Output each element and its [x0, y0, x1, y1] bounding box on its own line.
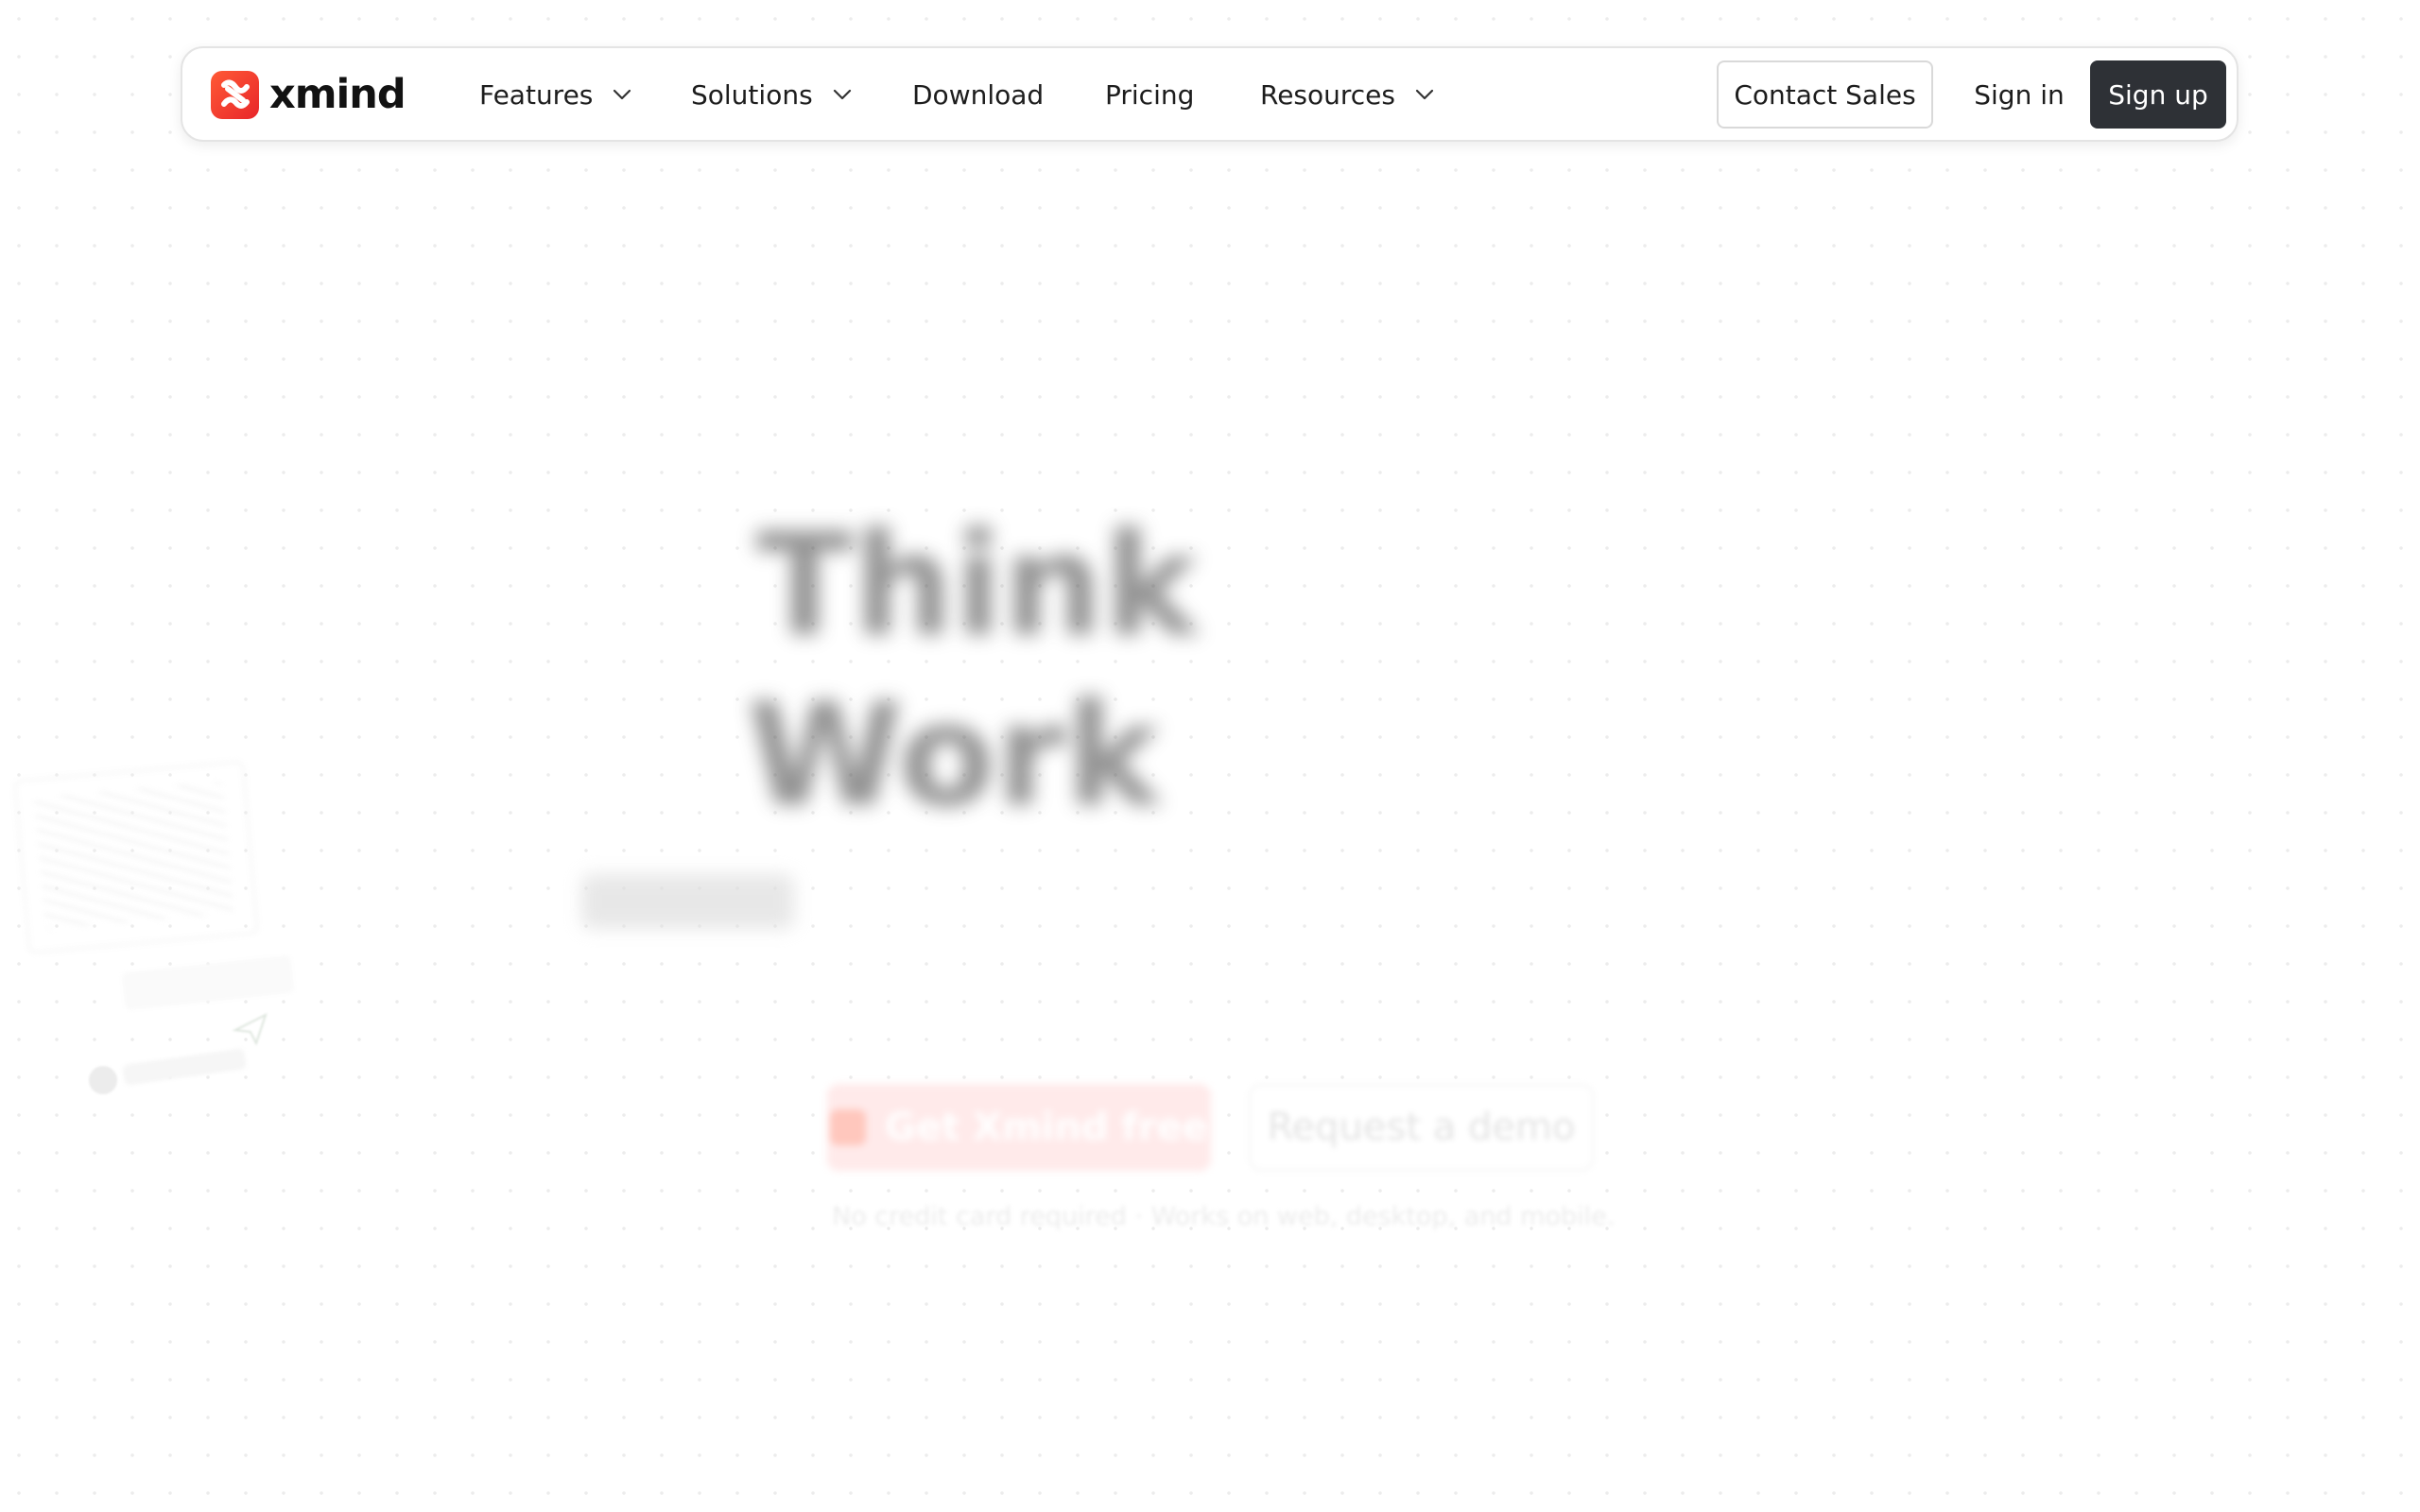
- hero-headline-line-1: Think: [756, 504, 1199, 668]
- nav-item-solutions[interactable]: Solutions: [691, 69, 855, 120]
- chevron-down-icon: [614, 89, 631, 100]
- brand-name: xmind: [269, 70, 406, 118]
- nav-item-pricing[interactable]: Pricing: [1105, 69, 1194, 120]
- sign-in-button[interactable]: Sign in: [1952, 60, 2086, 129]
- cta-primary-label: Get Xmind free: [885, 1106, 1208, 1149]
- decorative-bar: [122, 1048, 247, 1086]
- brand-logo[interactable]: xmind: [211, 69, 406, 120]
- hero-subheadline: [581, 874, 794, 929]
- nav-item-label: Solutions: [691, 78, 813, 111]
- cta-secondary-label: Request a demo: [1267, 1106, 1576, 1149]
- decorative-note: [121, 954, 295, 1011]
- nav-item-label: Resources: [1260, 78, 1395, 111]
- nav-item-label: Features: [479, 78, 594, 111]
- nav-item-resources[interactable]: Resources: [1260, 69, 1437, 120]
- hero-headline-line-2: Work: [747, 674, 1160, 838]
- paper-plane-icon: [232, 1013, 268, 1046]
- nav-item-features[interactable]: Features: [479, 69, 634, 120]
- sign-up-button[interactable]: Sign up: [2090, 60, 2226, 129]
- chevron-down-icon: [1415, 89, 1434, 100]
- get-xmind-free-button[interactable]: Get Xmind free: [827, 1084, 1211, 1171]
- request-demo-button[interactable]: Request a demo: [1249, 1084, 1594, 1171]
- xmind-logo-icon: [211, 70, 259, 119]
- nav-item-download[interactable]: Download: [912, 69, 1044, 120]
- decorative-scribble: [34, 781, 234, 930]
- xmind-logo-icon: [830, 1109, 867, 1145]
- decorative-mindmap-card: [13, 760, 259, 954]
- top-navbar: xmind Features Solutions Download Pricin…: [181, 46, 2238, 142]
- nav-item-label: Download: [912, 78, 1045, 111]
- decorative-avatar-dot: [89, 1066, 117, 1094]
- chevron-down-icon: [833, 89, 851, 100]
- cta-footnote: No credit card required · Works on web, …: [832, 1202, 1616, 1231]
- contact-sales-button[interactable]: Contact Sales: [1717, 60, 1933, 129]
- nav-item-label: Pricing: [1105, 78, 1195, 111]
